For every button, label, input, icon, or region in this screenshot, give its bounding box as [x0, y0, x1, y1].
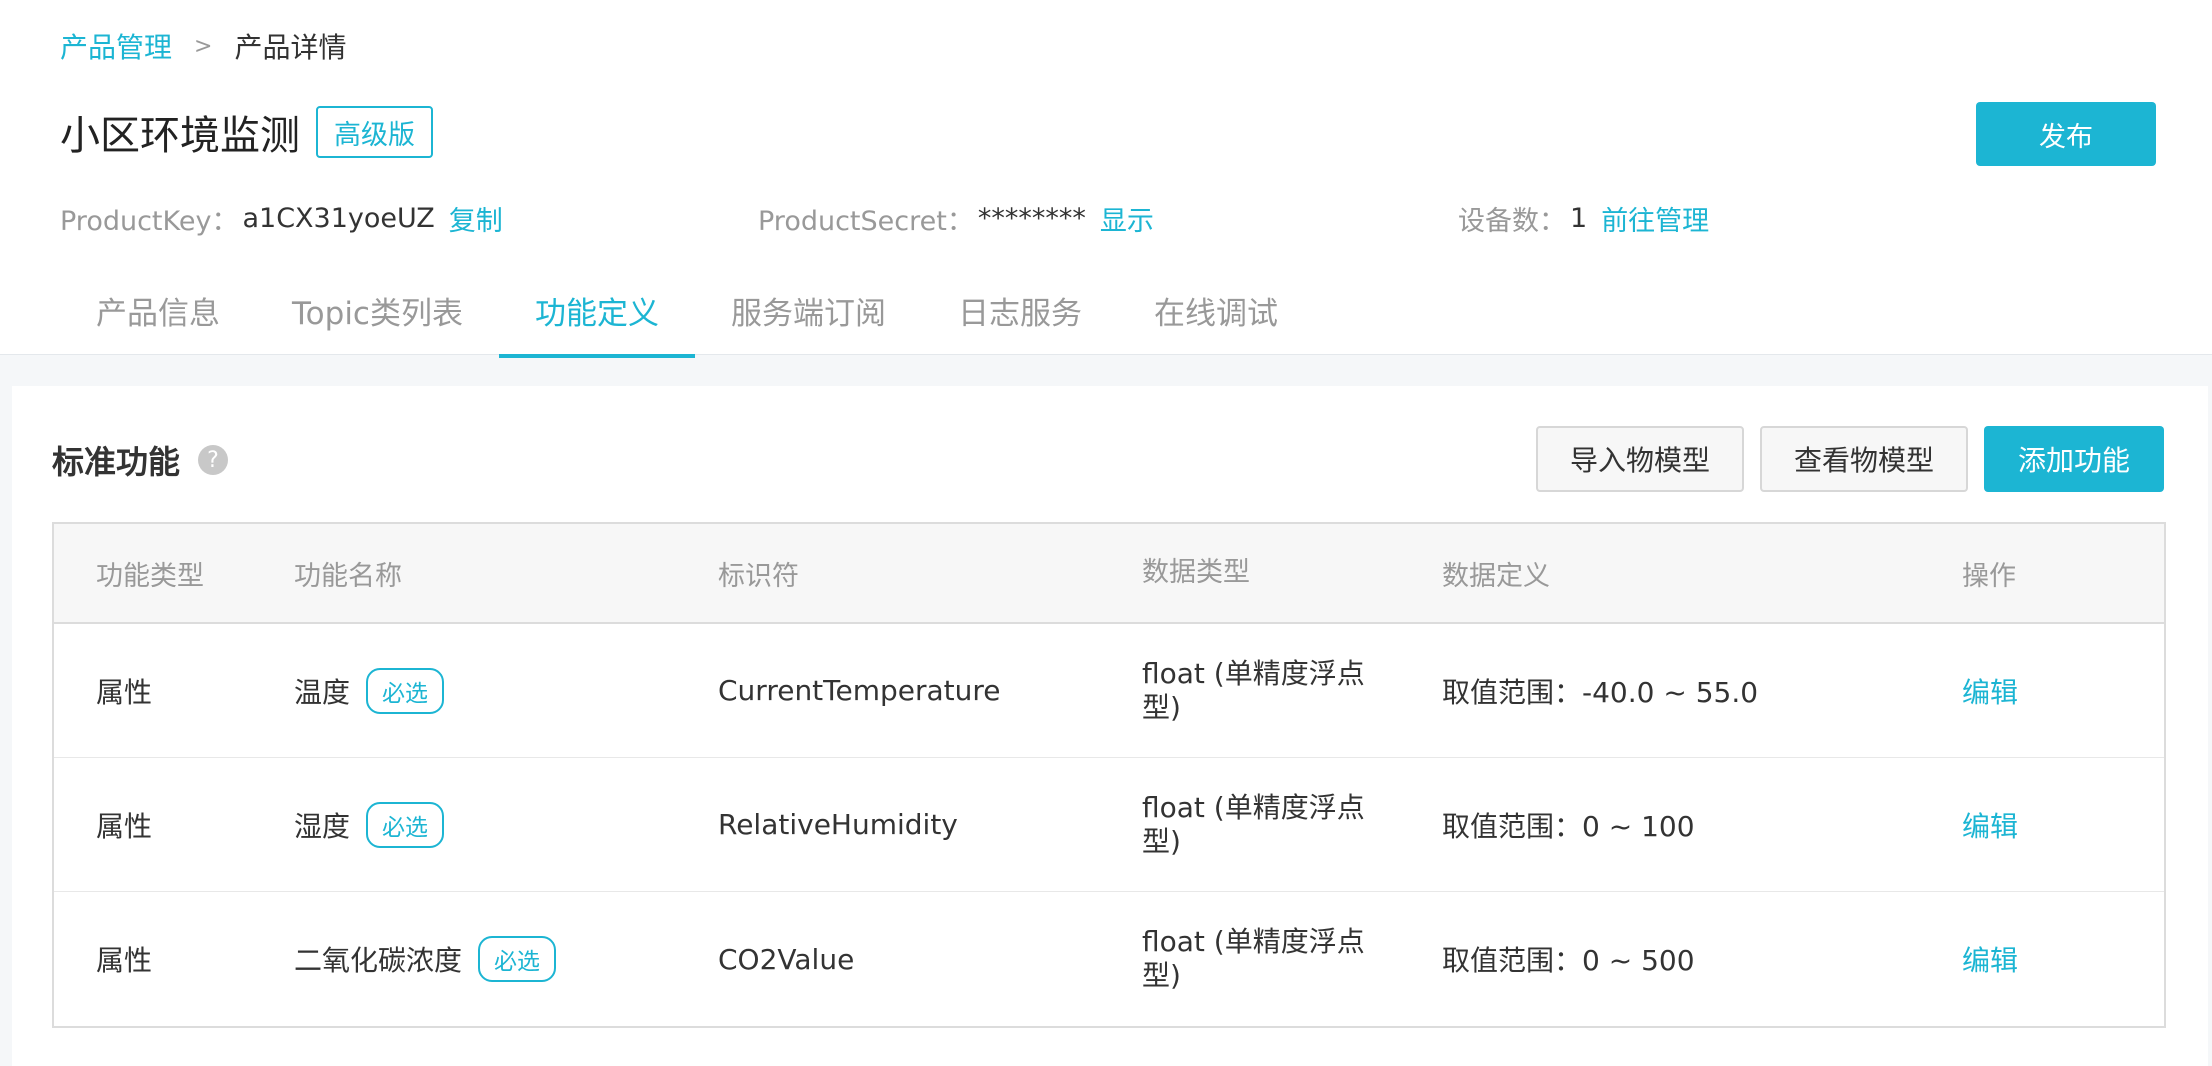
product-key-value: a1CX31yoeUZ: [242, 202, 435, 234]
row-data-type: float (单精度浮点型): [1142, 790, 1365, 858]
device-count-value: 1: [1570, 202, 1588, 234]
device-count-label: 设备数：: [1458, 205, 1566, 237]
breadcrumb-current: 产品详情: [234, 31, 347, 64]
row-function-type: 属性: [96, 675, 153, 709]
panel-title: 标准功能 ?: [52, 438, 229, 482]
product-secret-label: ProductSecret：: [758, 205, 974, 237]
header-data-definition: 数据定义: [1442, 560, 1550, 592]
publish-button[interactable]: 发布: [1976, 102, 2156, 166]
row-function-type: 属性: [96, 809, 153, 843]
breadcrumb-product-management-link[interactable]: 产品管理: [60, 26, 172, 66]
product-key-info: ProductKey： a1CX31yoeUZ 复制: [60, 199, 503, 238]
breadcrumb-separator-icon: >: [194, 33, 213, 59]
panel-title-text: 标准功能: [52, 443, 181, 481]
edit-link[interactable]: 编辑: [1962, 671, 2018, 711]
row-function-name: 温度 必选: [294, 667, 445, 714]
copy-product-key-link[interactable]: 复制: [449, 199, 503, 238]
header-identifier: 标识符: [718, 560, 799, 592]
tab-log-service[interactable]: 日志服务: [922, 270, 1118, 356]
edit-link[interactable]: 编辑: [1962, 939, 2018, 979]
row-identifier: CO2Value: [718, 942, 855, 976]
row-function-type: 属性: [96, 944, 153, 977]
product-secret-info: ProductSecret： ******** 显示: [758, 199, 1154, 238]
edition-badge: 高级版: [316, 106, 433, 158]
breadcrumb: 产品管理 > 产品详情: [60, 28, 346, 64]
table-row: 属性 二氧化碳浓度 必选 CO2Value float (单精度浮点型) 取值范…: [54, 892, 2164, 1026]
row-function-name: 二氧化碳浓度 必选: [294, 936, 557, 982]
page-title: 小区环境监测: [60, 113, 300, 159]
row-data-definition: 取值范围：-40.0 ~ 55.0: [1442, 675, 1759, 709]
row-data-type: float (单精度浮点型): [1142, 656, 1365, 724]
show-product-secret-link[interactable]: 显示: [1100, 199, 1154, 238]
standard-functions-panel: 标准功能 ? 导入物模型 查看物模型 添加功能 功能类型 功能名称 标识符 数据…: [12, 386, 2208, 1066]
table-header: 功能类型 功能名称 标识符 数据类型 数据定义 操作: [54, 524, 2164, 624]
import-model-button[interactable]: 导入物模型: [1536, 426, 1744, 492]
tab-function-definition[interactable]: 功能定义: [498, 270, 695, 358]
tab-server-subscription[interactable]: 服务端订阅: [695, 270, 922, 356]
required-badge: 必选: [366, 801, 445, 848]
page-header: 产品管理 > 产品详情 小区环境监测 高级版 发布 ProductKey： a1…: [0, 0, 2212, 358]
question-circle-icon[interactable]: ?: [198, 445, 229, 475]
row-function-name-text: 温度: [294, 675, 351, 709]
table-row: 属性 温度 必选 CurrentTemperature float (单精度浮点…: [54, 624, 2164, 758]
row-function-name: 湿度 必选: [294, 801, 445, 848]
product-tabs: 产品信息 Topic类列表 功能定义 服务端订阅 日志服务 在线调试: [60, 270, 1314, 358]
tab-online-debug[interactable]: 在线调试: [1118, 270, 1314, 356]
functions-table: 功能类型 功能名称 标识符 数据类型 数据定义 操作 属性 温度 必选 Curr…: [52, 522, 2166, 1028]
product-key-label: ProductKey：: [60, 205, 239, 237]
required-badge: 必选: [366, 667, 445, 714]
row-data-type: float (单精度浮点型): [1142, 925, 1365, 992]
row-data-definition: 取值范围：0 ~ 100: [1442, 809, 1695, 843]
row-identifier: RelativeHumidity: [718, 808, 958, 841]
device-count-info: 设备数： 1 前往管理: [1458, 199, 1709, 238]
row-function-name-text: 湿度: [294, 809, 351, 843]
header-data-type: 数据类型: [1142, 557, 1250, 588]
tab-topic-list[interactable]: Topic类列表: [256, 270, 499, 356]
table-row: 属性 湿度 必选 RelativeHumidity float (单精度浮点型)…: [54, 758, 2164, 892]
product-secret-value: ********: [977, 202, 1086, 234]
row-identifier: CurrentTemperature: [718, 674, 1001, 707]
product-title-row: 小区环境监测 高级版: [60, 104, 433, 160]
row-data-definition: 取值范围：0 ~ 500: [1442, 944, 1695, 977]
header-function-name: 功能名称: [294, 560, 402, 592]
tab-product-info[interactable]: 产品信息: [60, 270, 256, 356]
edit-link[interactable]: 编辑: [1962, 805, 2018, 845]
header-function-type: 功能类型: [96, 560, 204, 592]
add-function-button[interactable]: 添加功能: [1984, 426, 2164, 492]
view-model-button[interactable]: 查看物模型: [1760, 426, 1968, 492]
header-action: 操作: [1962, 560, 2016, 592]
required-badge: 必选: [478, 936, 557, 982]
manage-devices-link[interactable]: 前往管理: [1601, 199, 1709, 238]
row-function-name-text: 二氧化碳浓度: [294, 944, 463, 977]
